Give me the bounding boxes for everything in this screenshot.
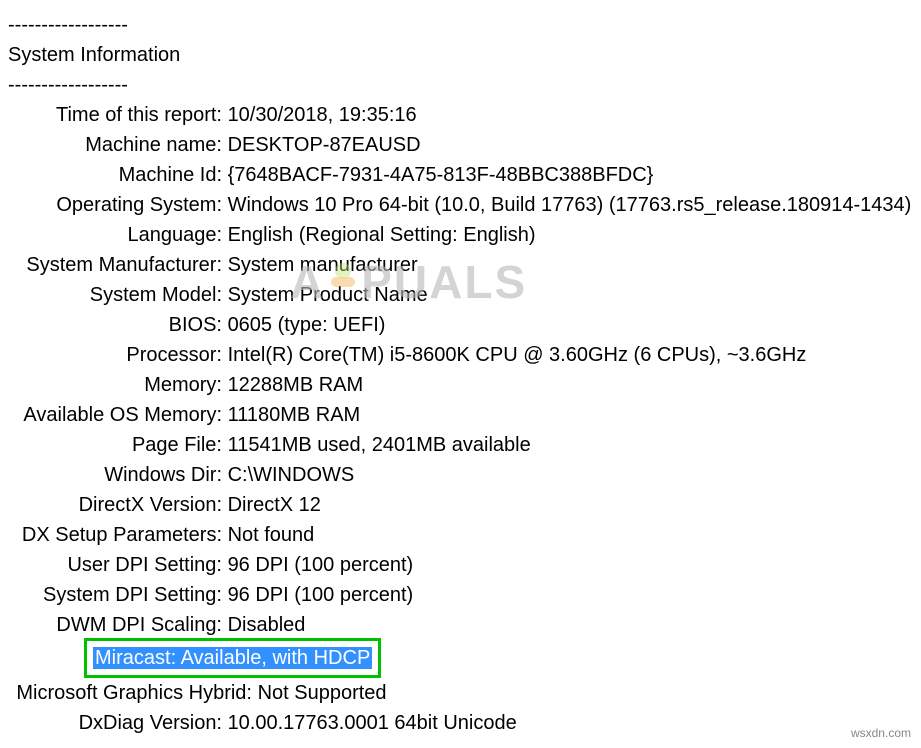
row-directx-version: DirectX Version: DirectX 12 (8, 490, 913, 520)
row-memory: Memory: 12288MB RAM (8, 370, 913, 400)
row-windows-dir: Windows Dir: C:\WINDOWS (8, 460, 913, 490)
label: Machine Id: (8, 160, 222, 190)
row-operating-system: Operating System: Windows 10 Pro 64-bit … (8, 190, 913, 220)
row-system-dpi-setting: System DPI Setting: 96 DPI (100 percent) (8, 580, 913, 610)
row-system-manufacturer: System Manufacturer: System manufacturer (8, 250, 913, 280)
label: DX Setup Parameters: (8, 520, 222, 550)
label: DWM DPI Scaling: (8, 610, 222, 640)
label: System Manufacturer: (8, 250, 222, 280)
row-bios: BIOS: 0605 (type: UEFI) (8, 310, 913, 340)
row-machine-name: Machine name: DESKTOP-87EAUSD (8, 130, 913, 160)
label: Processor: (8, 340, 222, 370)
label: User DPI Setting: (8, 550, 222, 580)
label: Windows Dir: (8, 460, 222, 490)
label: DxDiag Version: (8, 708, 222, 738)
label: DirectX Version: (8, 490, 222, 520)
row-dxdiag-version: DxDiag Version: 10.00.17763.0001 64bit U… (8, 708, 913, 738)
value: Intel(R) Core(TM) i5-8600K CPU @ 3.60GHz… (228, 344, 807, 366)
label: Time of this report: (8, 100, 222, 130)
value: 96 DPI (100 percent) (228, 584, 414, 606)
label: Memory: (8, 370, 222, 400)
value: Windows 10 Pro 64-bit (10.0, Build 17763… (228, 194, 912, 216)
separator-top: ------------------ (8, 10, 913, 40)
value: 11541MB used, 2401MB available (228, 434, 531, 456)
value: Available, with HDCP (181, 647, 371, 669)
label: Language: (8, 220, 222, 250)
label: Miracast: (95, 647, 176, 669)
row-language: Language: English (Regional Setting: Eng… (8, 220, 913, 250)
row-microsoft-graphics-hybrid: Microsoft Graphics Hybrid: Not Supported (8, 678, 913, 708)
row-processor: Processor: Intel(R) Core(TM) i5-8600K CP… (8, 340, 913, 370)
highlight-box: Miracast: Available, with HDCP (84, 638, 381, 678)
value: 12288MB RAM (228, 374, 364, 396)
value: System manufacturer (228, 254, 418, 276)
highlight-selection: Miracast: Available, with HDCP (93, 647, 372, 669)
row-miracast-highlighted: Miracast: Available, with HDCP (8, 640, 913, 678)
value: {7648BACF-7931-4A75-813F-48BBC388BFDC} (228, 164, 654, 186)
value: Not Supported (258, 682, 387, 704)
label: System DPI Setting: (8, 580, 222, 610)
value: 11180MB RAM (228, 404, 361, 426)
label: System Model: (8, 280, 222, 310)
value: 10/30/2018, 19:35:16 (228, 104, 417, 126)
row-machine-id: Machine Id: {7648BACF-7931-4A75-813F-48B… (8, 160, 913, 190)
label: Page File: (8, 430, 222, 460)
value: English (Regional Setting: English) (228, 224, 536, 246)
value: 0605 (type: UEFI) (228, 314, 386, 336)
row-dx-setup-parameters: DX Setup Parameters: Not found (8, 520, 913, 550)
row-dwm-dpi-scaling: DWM DPI Scaling: Disabled (8, 610, 913, 640)
row-user-dpi-setting: User DPI Setting: 96 DPI (100 percent) (8, 550, 913, 580)
value: DirectX 12 (228, 494, 321, 516)
value: DESKTOP-87EAUSD (228, 134, 421, 156)
label: Operating System: (8, 190, 222, 220)
row-available-os-memory: Available OS Memory: 11180MB RAM (8, 400, 913, 430)
label: Available OS Memory: (8, 400, 222, 430)
section-title: System Information (8, 40, 913, 70)
label: Microsoft Graphics Hybrid: (8, 678, 252, 708)
row-page-file: Page File: 11541MB used, 2401MB availabl… (8, 430, 913, 460)
source-attribution: wsxdn.com (851, 724, 911, 742)
label: BIOS: (8, 310, 222, 340)
row-time-of-report: Time of this report: 10/30/2018, 19:35:1… (8, 100, 913, 130)
value: Disabled (228, 614, 306, 636)
label: Machine name: (8, 130, 222, 160)
value: 96 DPI (100 percent) (228, 554, 414, 576)
row-system-model: System Model: System Product Name (8, 280, 913, 310)
value: C:\WINDOWS (228, 464, 355, 486)
separator-bottom: ------------------ (8, 70, 913, 100)
value: 10.00.17763.0001 64bit Unicode (228, 712, 517, 734)
value: Not found (228, 524, 315, 546)
value: System Product Name (228, 284, 428, 306)
